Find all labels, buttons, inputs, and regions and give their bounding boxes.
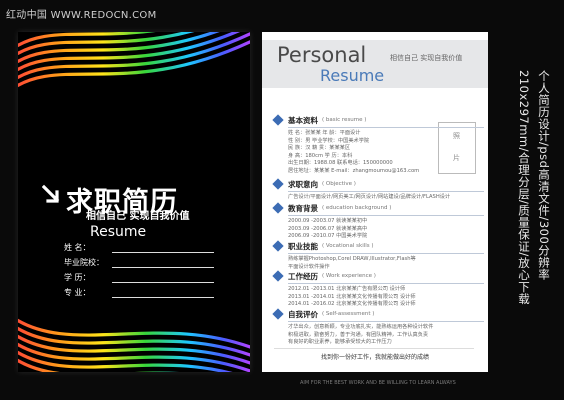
vertical-text-col1: 个人简历设计/psd高清文件/300分辨率 xyxy=(537,70,551,281)
name-field: 姓 名： xyxy=(64,240,214,253)
page-footer-english: AIM FOR THE BEST WORK AND BE WILLING TO … xyxy=(300,380,456,386)
personal-heading: Personal xyxy=(277,43,367,67)
cover-resume-label: Resume xyxy=(90,224,147,240)
section-basic-info: 基本资料( basic resume ) 姓 名：张某某 年 龄：平面设计 性 … xyxy=(272,114,484,176)
arrow-down-right-icon xyxy=(42,184,60,203)
vertical-text-col2: 210x297mm/合理分层/质量保证/放心下载 xyxy=(517,70,531,305)
section-objective: 求职意向( Objective ) 广告设计/平面设计/网页美工/网页设计/网站… xyxy=(272,178,484,202)
rainbow-stripes-top xyxy=(18,32,250,88)
cover-slogan: 相信自己 实现自我价值 xyxy=(86,211,190,222)
rainbow-stripes-bottom xyxy=(18,318,250,372)
section-education: 教育背景( education background ) 2000.09 -20… xyxy=(272,202,484,241)
diamond-icon xyxy=(272,270,284,282)
page-footer: 找到你一份好工作，我就能做出好的成绩 xyxy=(320,354,429,361)
section-work-experience: 工作经历( Work experience ) 2012.01 -2013.01… xyxy=(272,270,484,309)
resume-heading: Resume xyxy=(320,66,385,85)
major-field: 专 业： xyxy=(64,285,214,298)
diamond-icon xyxy=(272,202,284,214)
section-self-assessment: 自我评价( Self-assessment ) 才华出众，创意新颖，专业功底扎实… xyxy=(272,308,484,347)
watermark-text: 红动中国 WWW.REDOCN.COM xyxy=(6,10,157,21)
diamond-icon xyxy=(272,114,284,126)
resume-page: Personal 相信自己 实现自我价值 Resume 照 片 基本资料( ba… xyxy=(262,32,488,372)
cover-fields: 姓 名： 毕业院校： 学 历： 专 业： xyxy=(64,240,214,300)
section-skills: 职业技能( Vocational skills ) 熟练掌握Photoshop,… xyxy=(272,240,484,271)
diamond-icon xyxy=(272,178,284,190)
resume-cover: 求职简历 相信自己 实现自我价值 Resume 姓 名： 毕业院校： 学 历： … xyxy=(18,32,250,372)
diamond-icon xyxy=(272,240,284,252)
degree-field: 学 历： xyxy=(64,270,214,283)
diamond-icon xyxy=(272,308,284,320)
school-field: 毕业院校： xyxy=(64,255,214,268)
header-slogan: 相信自己 实现自我价值 xyxy=(390,54,463,62)
